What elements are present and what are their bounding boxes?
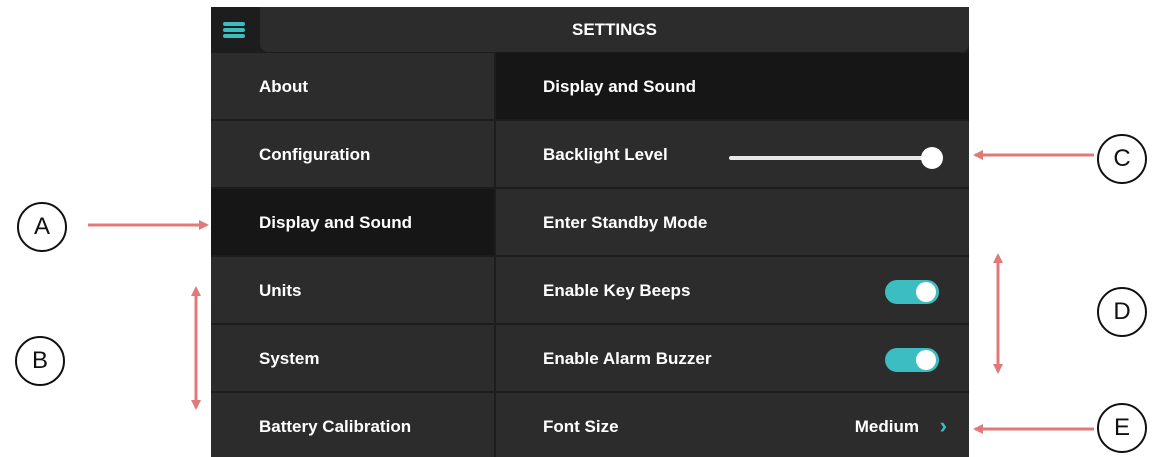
callout-a: A [17, 202, 67, 252]
callout-b: B [15, 336, 65, 386]
annotation-arrows [88, 150, 1094, 434]
callout-d: D [1097, 287, 1147, 337]
callout-c: C [1097, 134, 1147, 184]
callout-e: E [1097, 403, 1147, 453]
